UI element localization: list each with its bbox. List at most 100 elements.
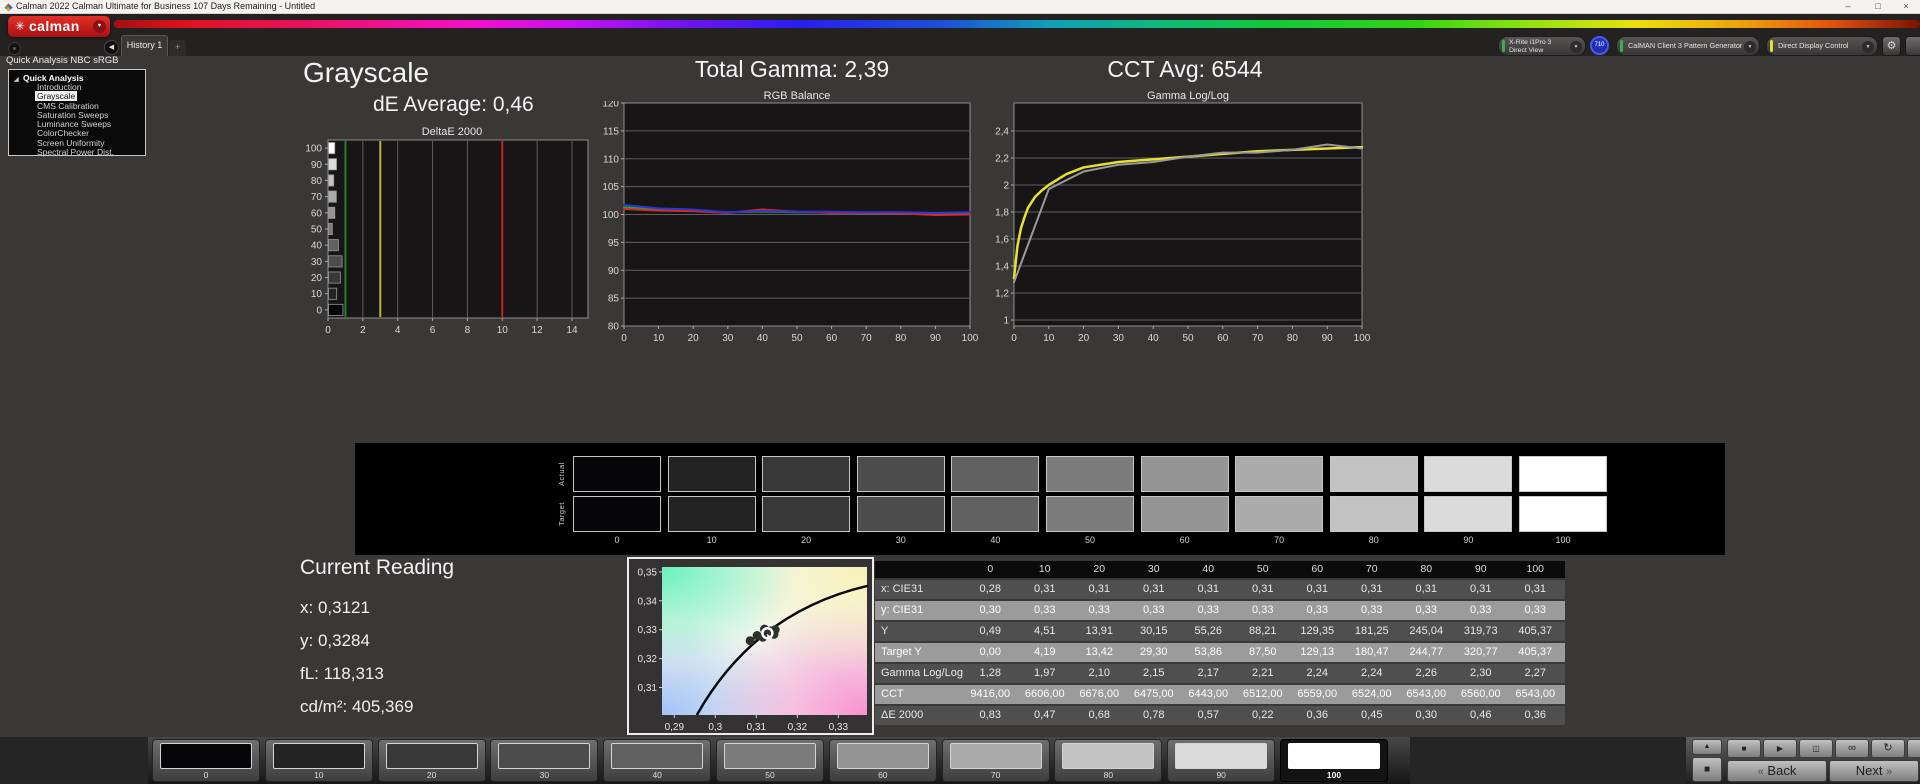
table-cell: 2,24	[1345, 664, 1400, 683]
minimize-button[interactable]: –	[1836, 0, 1860, 13]
transport-play-button[interactable]: ▶	[1763, 739, 1797, 758]
tab-history-1[interactable]: History 1	[121, 35, 168, 56]
back-button[interactable]: « Back	[1727, 760, 1827, 782]
table-cell: 405,37	[1508, 643, 1563, 662]
tab-add-button[interactable]: +	[169, 40, 186, 56]
table-cell: 0,33	[1290, 601, 1345, 620]
table-row-label: ΔE 2000	[875, 706, 963, 725]
meter-mode-badge[interactable]: 710	[1590, 36, 1609, 55]
table-cell: 0,22	[1236, 706, 1291, 725]
table-row-e-2000: ΔE 20000,830,470,680,780,570,220,360,450…	[875, 706, 1565, 725]
sidebar-item-introduction[interactable]: Introduction	[9, 83, 145, 92]
workflow-record-button[interactable]	[8, 42, 21, 55]
table-row-cct: CCT9416,006606,006676,006475,006443,0065…	[875, 685, 1565, 704]
pattern-patch-60[interactable]: 60	[829, 739, 937, 782]
patch-chip	[160, 743, 252, 769]
svg-text:100: 100	[602, 210, 619, 221]
pattern-patch-30[interactable]: 30	[490, 739, 598, 782]
svg-text:1: 1	[1003, 316, 1009, 327]
cct-avg-value: CCT Avg: 6544	[1035, 56, 1335, 83]
table-cell: 13,91	[1072, 622, 1127, 641]
table-cell: 6475,00	[1127, 685, 1182, 704]
app-icon	[4, 3, 13, 12]
patch-label: 40	[604, 770, 710, 780]
current-reading-y: y: 0,3284	[300, 631, 370, 651]
settings-gear-button[interactable]: ⚙	[1882, 36, 1901, 56]
close-button[interactable]: ×	[1894, 0, 1918, 13]
calman-flower-icon: ✳	[15, 19, 25, 33]
bottom-bar: 0102030405060708090100 ▲ ■ ■▶◫∞↻ « Back …	[0, 737, 1920, 784]
tree-expand-icon[interactable]: ◢	[14, 75, 19, 85]
table-cell: 6606,00	[1018, 685, 1073, 704]
pattern-generator-button[interactable]: CalMAN Client 3 Pattern Generator ▼	[1616, 36, 1760, 56]
transport-continuous-button[interactable]: ∞	[1835, 739, 1869, 758]
display-dropdown-chevron-icon[interactable]: ▼	[1862, 41, 1874, 53]
svg-text:20: 20	[1078, 333, 1090, 344]
table-cell: 0,33	[1236, 601, 1291, 620]
pattern-patch-20[interactable]: 20	[378, 739, 486, 782]
actual-swatch-20	[762, 456, 850, 492]
table-cell: 0,28	[963, 580, 1018, 599]
pattern-patch-90[interactable]: 90	[1167, 739, 1275, 782]
pattern-patch-0[interactable]: 0	[152, 739, 260, 782]
pattern-patch-40[interactable]: 40	[603, 739, 711, 782]
table-cell: 4,19	[1018, 643, 1073, 662]
transport-refresh-button[interactable]: ↻	[1871, 739, 1905, 758]
meter-dropdown-chevron-icon[interactable]: ▼	[1570, 41, 1582, 53]
table-cell: 6543,00	[1508, 685, 1563, 704]
sidebar-item-label: Spectral Power Dist.	[35, 147, 116, 157]
deltae-chart: 024681012140102030405060708090100	[296, 138, 598, 350]
patch-chip	[386, 743, 478, 769]
pattern-patch-100[interactable]: 100	[1280, 739, 1388, 782]
actual-swatch-10	[668, 456, 756, 492]
swatch-level-label: 40	[941, 535, 1049, 545]
table-cell: 2,24	[1290, 664, 1345, 683]
restore-button[interactable]: □	[1866, 0, 1890, 13]
transport-more-button[interactable]	[1907, 739, 1920, 758]
svg-text:70: 70	[861, 333, 873, 344]
swatch-level-label: 60	[1131, 535, 1239, 545]
tree-root-quick-analysis[interactable]: ◢ Quick Analysis	[9, 73, 145, 83]
patch-chip	[498, 743, 590, 769]
pattern-patch-50[interactable]: 50	[716, 739, 824, 782]
transport-pattern-button[interactable]: ◫	[1799, 739, 1833, 758]
swatch-level-label: 20	[752, 535, 860, 545]
strip-collapse-button[interactable]: ▲	[1692, 739, 1722, 755]
sidebar-collapse-button[interactable]: ◀	[104, 40, 119, 55]
svg-text:0,33: 0,33	[638, 625, 658, 636]
pattern-patch-80[interactable]: 80	[1054, 739, 1162, 782]
window-pattern-button[interactable]: ■	[1692, 757, 1722, 782]
calman-logo-button[interactable]: ✳ calman ▼	[8, 16, 110, 37]
table-cell: 0,47	[1018, 706, 1073, 725]
svg-text:6: 6	[430, 325, 436, 336]
total-gamma-value: Total Gamma: 2,39	[642, 56, 942, 83]
table-cell: 320,77	[1454, 643, 1509, 662]
svg-text:1,6: 1,6	[995, 235, 1009, 246]
table-row-y: Y0,494,5113,9130,1555,2688,21129,35181,2…	[875, 622, 1565, 641]
svg-text:1,8: 1,8	[995, 208, 1009, 219]
sidebar-item-spectral-power-dist[interactable]: Spectral Power Dist.	[9, 148, 145, 157]
table-cell: 0,68	[1072, 706, 1127, 725]
svg-text:40: 40	[1148, 333, 1160, 344]
gamma-chart: 2,42,221,81,61,41,2101020304050607080901…	[986, 101, 1378, 345]
pattern-patch-70[interactable]: 70	[942, 739, 1050, 782]
svg-text:120: 120	[602, 101, 619, 110]
svg-text:115: 115	[603, 126, 619, 137]
window-title: Calman 2022 Calman Ultimate for Business…	[16, 1, 315, 11]
next-button[interactable]: Next »	[1829, 760, 1919, 782]
svg-text:100: 100	[305, 144, 322, 155]
patch-chip	[611, 743, 703, 769]
table-header-cell: 40	[1181, 561, 1236, 578]
logo-menu-chevron-icon[interactable]: ▼	[93, 20, 106, 33]
pattern-patch-10[interactable]: 10	[265, 739, 373, 782]
back-chevron-icon: «	[1758, 766, 1764, 778]
meter-device-button[interactable]: X-Rite i1Pro 3Direct View ▼	[1498, 36, 1586, 56]
table-header-cell: 30	[1127, 561, 1182, 578]
header-more-button[interactable]	[1905, 36, 1920, 56]
svg-text:0,31: 0,31	[638, 683, 658, 694]
grayscale-panel: ActualTarget0102030405060708090100	[355, 443, 1725, 555]
pattern-dropdown-chevron-icon[interactable]: ▼	[1744, 41, 1756, 53]
display-control-button[interactable]: Direct Display Control ▼	[1766, 36, 1878, 56]
table-cell: 129,35	[1290, 622, 1345, 641]
transport-stop-button[interactable]: ■	[1727, 739, 1761, 758]
